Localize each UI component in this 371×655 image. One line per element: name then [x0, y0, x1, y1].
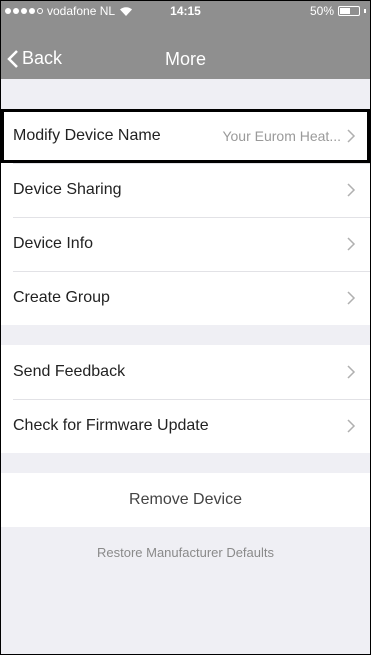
status-bar: vodafone NL 14:15 50%: [1, 1, 370, 21]
firmware-update-label: Check for Firmware Update: [13, 417, 209, 434]
device-sharing-row[interactable]: Device Sharing: [1, 163, 370, 217]
send-feedback-row[interactable]: Send Feedback: [1, 345, 370, 399]
restore-defaults-button[interactable]: Restore Manufacturer Defaults: [1, 527, 370, 577]
battery-percent: 50%: [309, 4, 334, 18]
firmware-update-row[interactable]: Check for Firmware Update: [1, 399, 370, 453]
device-info-label: Device Info: [13, 235, 94, 252]
chevron-right-icon: [347, 237, 356, 251]
chevron-right-icon: [347, 365, 356, 379]
device-info-row[interactable]: Device Info: [1, 217, 370, 271]
create-group-label: Create Group: [13, 289, 110, 306]
create-group-row[interactable]: Create Group: [1, 271, 370, 325]
device-settings-group: Modify Device Name Your Eurom Heat... De…: [1, 109, 370, 325]
remove-device-button[interactable]: Remove Device: [1, 473, 370, 527]
chevron-right-icon: [347, 183, 356, 197]
navigation-bar: Back More: [1, 21, 370, 79]
phone-screen: vodafone NL 14:15 50% Back More Modify D…: [0, 0, 371, 655]
battery-tip: [364, 9, 366, 13]
settings-list: Modify Device Name Your Eurom Heat... De…: [1, 79, 370, 577]
chevron-right-icon: [347, 419, 356, 433]
modify-device-name-row[interactable]: Modify Device Name Your Eurom Heat...: [1, 109, 370, 163]
chevron-right-icon: [347, 129, 356, 143]
modify-device-name-label: Modify Device Name: [13, 127, 161, 144]
status-right: 50%: [310, 4, 366, 18]
send-feedback-label: Send Feedback: [13, 363, 126, 380]
battery-icon: [338, 6, 360, 16]
page-title: More: [164, 49, 206, 69]
support-group: Send Feedback Check for Firmware Update: [1, 345, 370, 453]
chevron-right-icon: [347, 291, 356, 305]
device-name-value: Your Eurom Heat...: [222, 128, 341, 144]
device-sharing-label: Device Sharing: [13, 181, 122, 198]
